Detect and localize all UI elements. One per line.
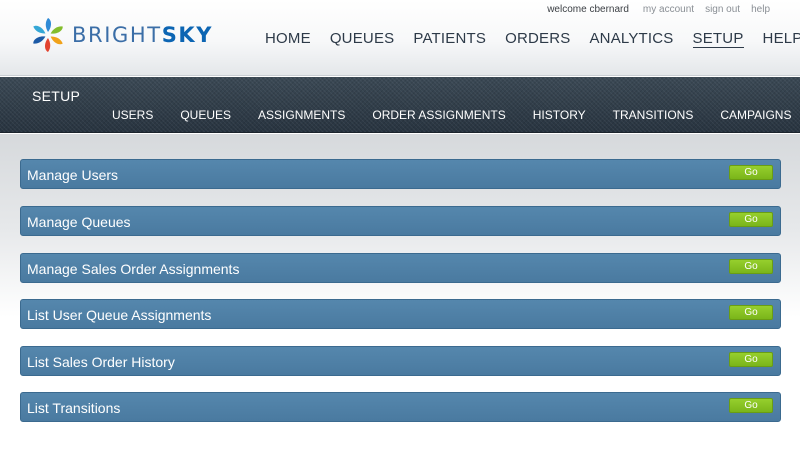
panel-list-sales-order-history[interactable]: List Sales Order History Go bbox=[20, 346, 781, 376]
nav-patients[interactable]: PATIENTS bbox=[413, 30, 486, 48]
panel-manage-sales-order-assignments[interactable]: Manage Sales Order Assignments Go bbox=[20, 253, 781, 283]
brand-name: BRIGHTSKY bbox=[72, 23, 213, 47]
setup-subnav: USERS QUEUES ASSIGNMENTS ORDER ASSIGNMEN… bbox=[112, 108, 791, 122]
go-button[interactable]: Go bbox=[729, 212, 773, 227]
pinwheel-logo-icon bbox=[33, 18, 63, 52]
tab-users[interactable]: USERS bbox=[112, 108, 153, 122]
tab-history[interactable]: HISTORY bbox=[533, 108, 586, 122]
tab-campaigns[interactable]: CAMPAIGNS bbox=[720, 108, 791, 122]
help-link[interactable]: help bbox=[751, 4, 770, 15]
main-nav: HOME QUEUES PATIENTS ORDERS ANALYTICS SE… bbox=[265, 30, 800, 48]
go-button[interactable]: Go bbox=[729, 259, 773, 274]
panel-label: Manage Sales Order Assignments bbox=[27, 261, 240, 277]
brand-name-bright: BRIGHT bbox=[72, 23, 162, 47]
brand-name-sky: SKY bbox=[161, 23, 214, 47]
panel-list-transitions[interactable]: List Transitions Go bbox=[20, 392, 781, 422]
sign-out-link[interactable]: sign out bbox=[705, 4, 740, 15]
tab-queues[interactable]: QUEUES bbox=[180, 108, 231, 122]
panel-label: List Transitions bbox=[27, 400, 121, 416]
nav-home[interactable]: HOME bbox=[265, 30, 311, 48]
brightsky-logo[interactable]: BRIGHTSKY bbox=[30, 17, 213, 53]
nav-orders[interactable]: ORDERS bbox=[505, 30, 570, 48]
tab-assignments[interactable]: ASSIGNMENTS bbox=[258, 108, 345, 122]
go-button[interactable]: Go bbox=[729, 352, 773, 367]
panel-label: List User Queue Assignments bbox=[27, 307, 212, 323]
top-header: welcome cbernard my account sign out hel… bbox=[0, 0, 800, 76]
panel-label: List Sales Order History bbox=[27, 354, 175, 370]
panel-manage-users[interactable]: Manage Users Go bbox=[20, 159, 781, 189]
section-title: SETUP bbox=[32, 88, 81, 104]
nav-queues[interactable]: QUEUES bbox=[330, 30, 395, 48]
nav-setup[interactable]: SETUP bbox=[692, 30, 744, 48]
tab-order-assignments[interactable]: ORDER ASSIGNMENTS bbox=[372, 108, 505, 122]
go-button[interactable]: Go bbox=[729, 165, 773, 180]
panel-list-user-queue-assignments[interactable]: List User Queue Assignments Go bbox=[20, 299, 781, 329]
go-button[interactable]: Go bbox=[729, 305, 773, 320]
panel-manage-queues[interactable]: Manage Queues Go bbox=[20, 206, 781, 236]
panel-label: Manage Users bbox=[27, 167, 119, 183]
section-nav-bar: SETUP USERS QUEUES ASSIGNMENTS ORDER ASS… bbox=[0, 77, 800, 133]
user-links: welcome cbernard my account sign out hel… bbox=[547, 4, 770, 15]
nav-analytics[interactable]: ANALYTICS bbox=[589, 30, 673, 48]
my-account-link[interactable]: my account bbox=[643, 4, 694, 15]
nav-help[interactable]: HELP bbox=[763, 30, 800, 48]
tab-transitions[interactable]: TRANSITIONS bbox=[613, 108, 694, 122]
go-button[interactable]: Go bbox=[729, 398, 773, 413]
panel-label: Manage Queues bbox=[27, 214, 131, 230]
setup-content: Manage Users Go Manage Queues Go Manage … bbox=[0, 134, 800, 467]
welcome-text: welcome cbernard bbox=[547, 4, 629, 15]
